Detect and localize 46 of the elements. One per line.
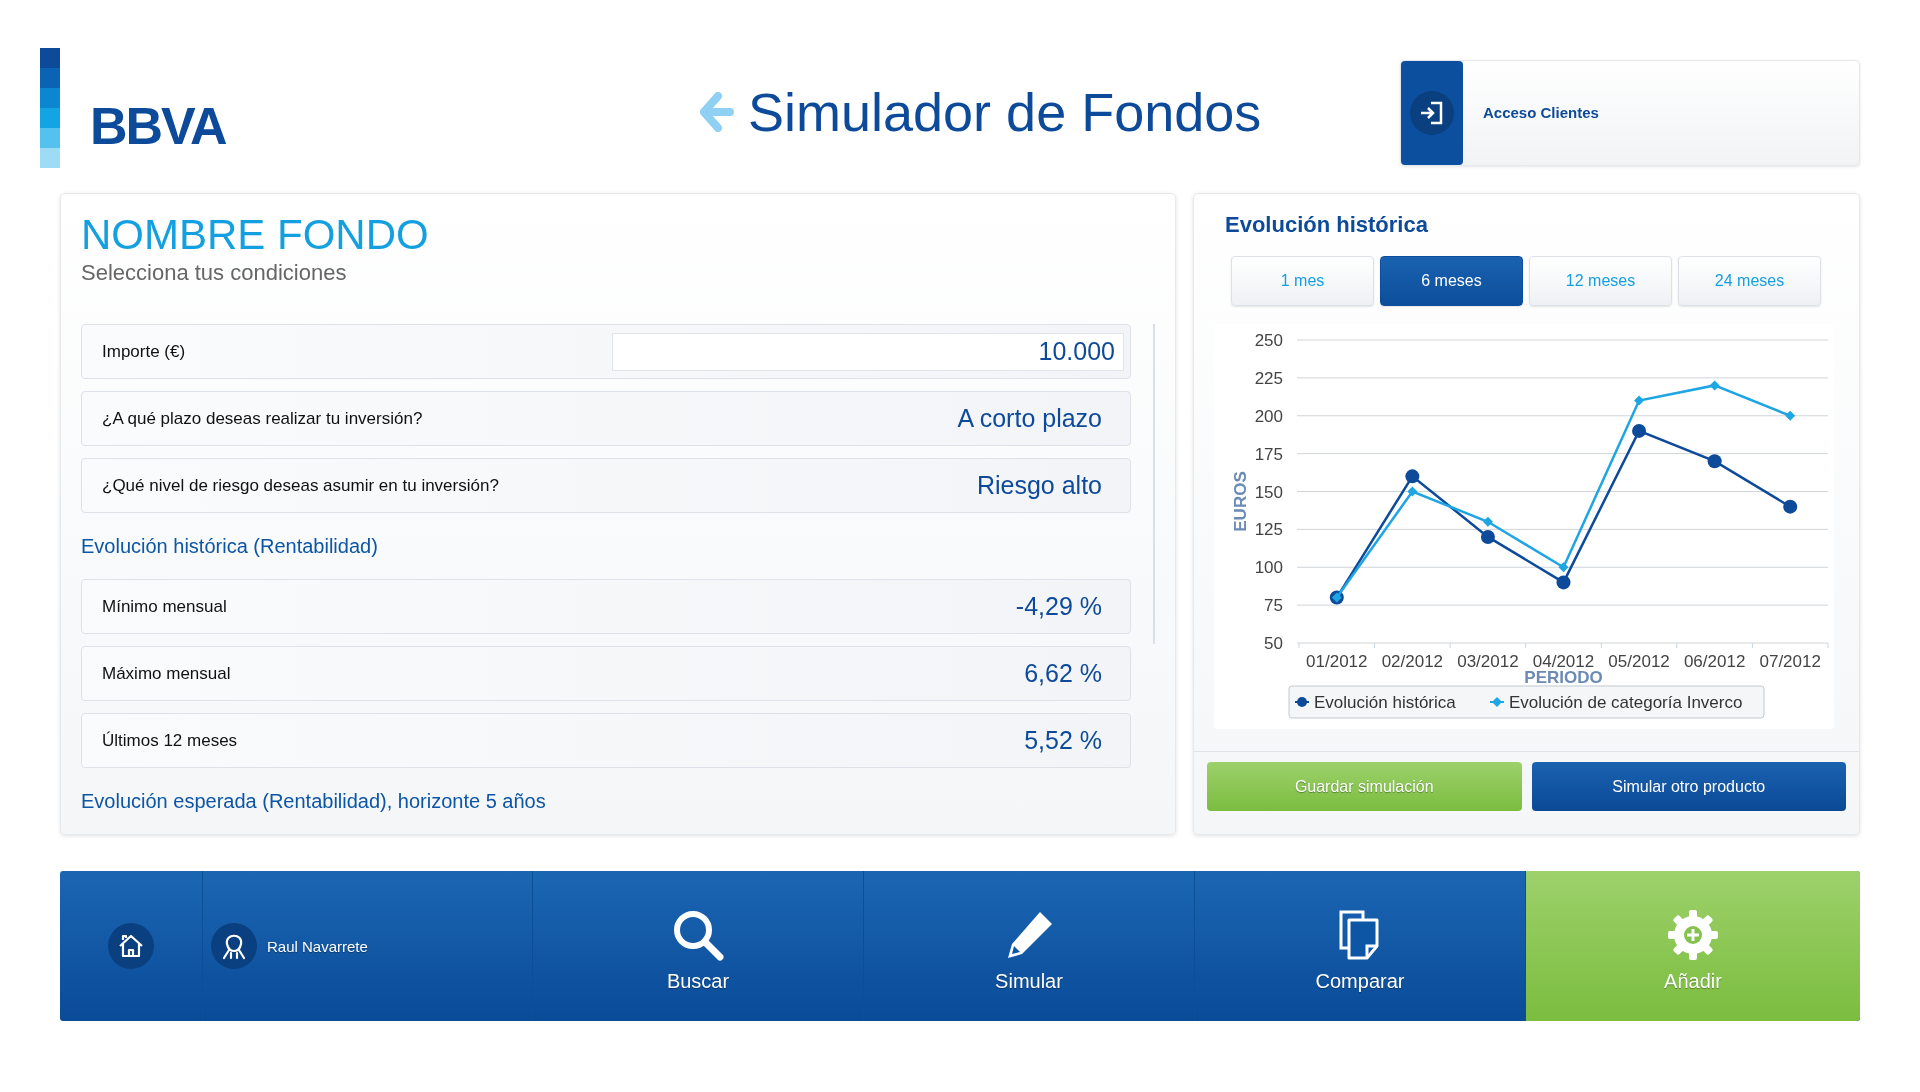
tick-label: 07/2012 [1759,652,1821,671]
field-label: ¿A qué plazo deseas realizar tu inversión? [102,408,423,429]
section-title: Evolución histórica [1225,212,1429,238]
amount-field[interactable]: 10.000 [612,332,1124,371]
tick-label: 250 [1254,331,1283,350]
tick-label: 05/2012 [1608,652,1670,671]
stat-value: 6,62 % [1024,659,1102,689]
logo[interactable]: BBVA [90,99,226,152]
legend-label: Evolución de categoría Inverco [1509,693,1743,712]
login-button[interactable]: Acceso Clientes [1400,59,1860,166]
section-heading: Evolución esperada (Rentabilidad), horizonte 5 años [81,790,547,814]
field-label: Importe (€) [102,341,186,362]
tick-label: 175 [1254,444,1283,464]
legend-label: Evolución histórica [1314,693,1456,712]
tick-label: 01/2012 [1306,652,1368,671]
simulate-button[interactable]: Simular [864,871,1195,1021]
tick-label: 04/2012 [1532,652,1595,671]
simulate-button[interactable]: Simular otro producto [1531,762,1846,811]
fund-title: NOMBRE FONDO [81,212,430,259]
tick-label: 150 [1254,482,1283,502]
tick-label: 02/2012 [1381,652,1444,671]
search-button[interactable]: Buscar [533,871,864,1021]
tick-label: 06/2012 [1683,652,1746,671]
stat-label: Mínimo mensual [102,596,227,617]
axis-title: PERIODO [1524,668,1603,687]
tick-label: 100 [1254,558,1283,578]
tick-label: 75 [1264,596,1283,616]
axis-title: EUROS [1231,471,1250,532]
tick-label: 225 [1254,368,1283,388]
page-title: Simulador de Fondos [748,82,1262,143]
user-button[interactable]: Raul Navarrete [203,871,533,1021]
option-value[interactable]: A corto plazo [957,404,1102,434]
tick-label: 125 [1254,520,1283,540]
period-tab[interactable]: 6 meses [1380,256,1523,306]
tick-label: 50 [1264,634,1283,653]
subtitle: Selecciona tus condiciones [81,260,348,287]
stat-value: 5,52 % [1024,726,1102,756]
stat-value: -4,29 % [1015,592,1102,622]
tick-label: 03/2012 [1457,652,1519,671]
stat-label: Últimos 12 meses [102,730,238,751]
stat-label: Máximo mensual [102,663,231,684]
field-label: ¿Qué nivel de riesgo deseas asumir en tu inversión? [102,475,499,496]
section-heading: Evolución histórica (Rentabilidad) [81,535,379,559]
tick-label: 200 [1254,406,1283,426]
option-value[interactable]: Riesgo alto [976,471,1102,501]
compare-button[interactable]: Comparar [1195,871,1526,1021]
